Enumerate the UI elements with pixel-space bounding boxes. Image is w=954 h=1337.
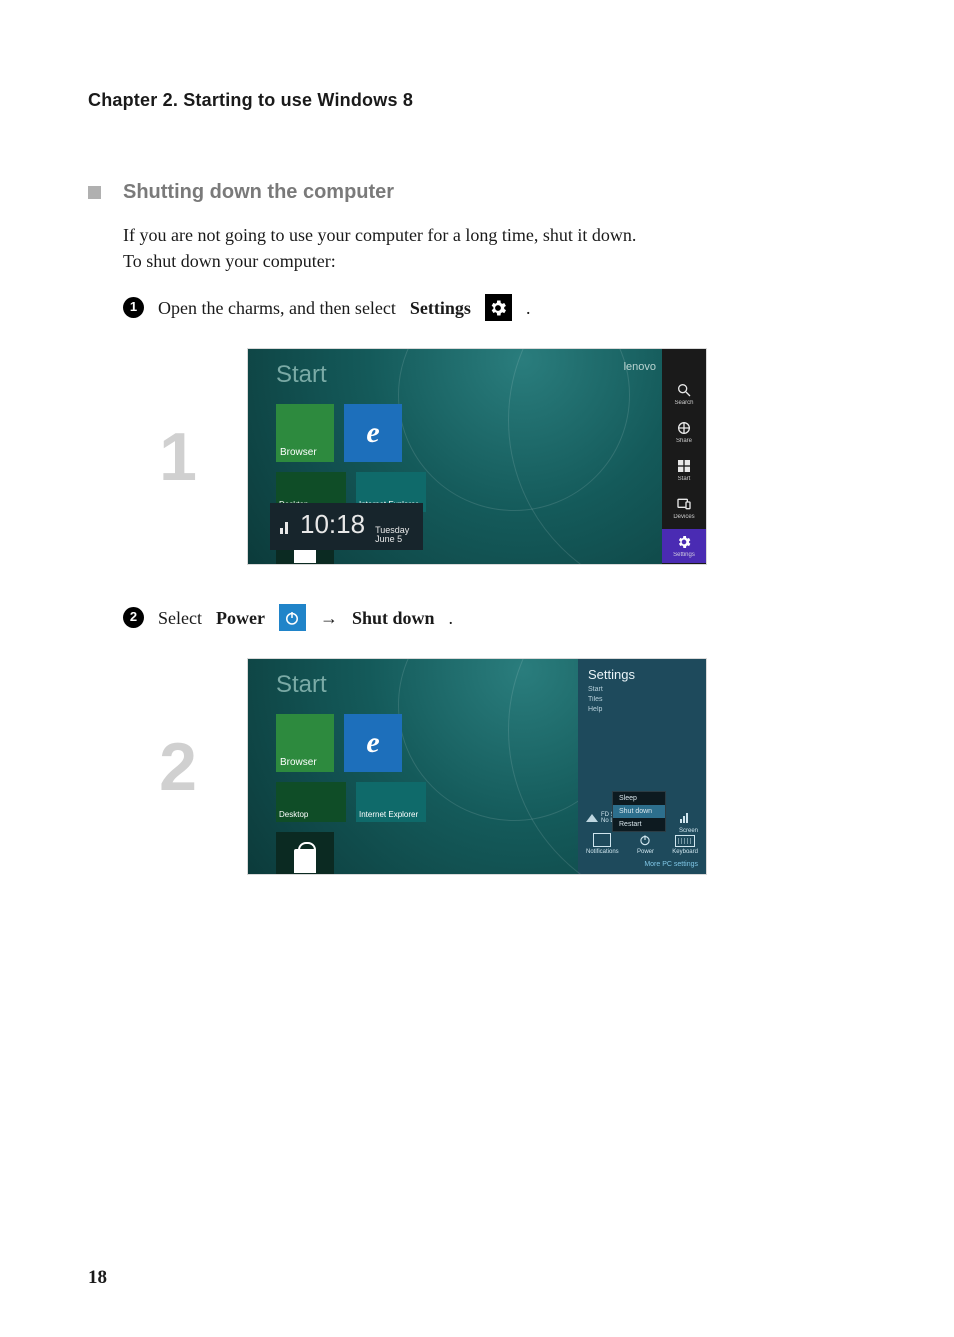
figure-2-number: 2 xyxy=(148,728,208,806)
charm-search[interactable]: Search xyxy=(662,377,706,411)
tile-ie-small-2[interactable]: Internet Explorer xyxy=(356,782,426,822)
notifications-icon xyxy=(593,833,611,847)
step-2-end: . xyxy=(449,605,454,631)
clock-date: June 5 xyxy=(375,535,409,544)
charm-devices[interactable]: Devices xyxy=(662,491,706,525)
network-signal-icon xyxy=(280,520,290,534)
flyout-notifications-label: Notifications xyxy=(586,849,619,855)
settings-charm-icon xyxy=(676,534,692,550)
tile-browser[interactable]: Browser xyxy=(276,404,334,462)
power-menu-shut-down[interactable]: Shut down xyxy=(613,805,665,818)
charm-share[interactable]: Share xyxy=(662,415,706,449)
tile-store-2[interactable] xyxy=(276,832,334,874)
charm-settings-label: Settings xyxy=(673,552,695,558)
step-1-text-pre: Open the charms, and then select xyxy=(158,295,396,321)
section-bullet-icon xyxy=(88,186,101,199)
power-menu-sleep[interactable]: Sleep xyxy=(613,792,665,805)
flyout-network[interactable]: FD Secure No LTE xyxy=(586,812,630,824)
start-screen-label: Start xyxy=(276,361,327,389)
charm-search-label: Search xyxy=(674,400,693,406)
tile-browser-2[interactable]: Browser xyxy=(276,714,334,772)
flyout-volume-label: Screen xyxy=(679,828,698,834)
settings-flyout: Settings Start Tiles Help FD Secure No L… xyxy=(578,659,706,874)
tile-internet-explorer[interactable]: e xyxy=(344,404,402,462)
charm-share-label: Share xyxy=(676,438,692,444)
intro-line-2: To shut down your computer: xyxy=(123,248,866,274)
power-icon xyxy=(279,604,306,631)
step-1-text-post: . xyxy=(526,295,531,321)
flyout-power-icon xyxy=(638,833,652,847)
intro-line-1: If you are not going to use your compute… xyxy=(123,222,866,248)
intro-text: If you are not going to use your compute… xyxy=(123,222,866,274)
tile-desktop-small-2[interactable]: Desktop xyxy=(276,782,346,822)
flyout-link-help[interactable]: Help xyxy=(588,706,696,713)
brand-label: lenovo xyxy=(624,361,656,373)
devices-icon xyxy=(676,496,692,512)
step-2-power-label: Power xyxy=(216,605,265,631)
share-icon xyxy=(676,420,692,436)
tile-desktop-label-2: Desktop xyxy=(279,810,308,819)
ie-icon-2: e xyxy=(366,726,379,760)
ie-icon: e xyxy=(366,416,379,450)
start-icon xyxy=(676,458,692,474)
flyout-bottom-row: Notifications Power Keyboard More PC set… xyxy=(578,833,706,868)
store-bag-icon-2 xyxy=(294,849,316,873)
clock-time: 10:18 xyxy=(300,509,365,540)
screenshot-1: Start lenovo Browser e Desktop Internet … xyxy=(248,349,706,564)
step-2: 2 Select Power → Shut down. xyxy=(123,604,866,631)
flyout-link-tiles[interactable]: Tiles xyxy=(588,696,696,703)
power-menu-restart[interactable]: Restart xyxy=(613,818,665,831)
clock-strip: 10:18 Tuesday June 5 xyxy=(270,503,423,550)
clock-day-date: Tuesday June 5 xyxy=(375,526,409,544)
wifi-icon xyxy=(586,814,598,822)
charm-start[interactable]: Start xyxy=(662,453,706,487)
power-menu: Sleep Shut down Restart xyxy=(612,791,666,832)
flyout-keyboard[interactable]: Keyboard xyxy=(672,835,698,855)
charm-settings[interactable]: Settings xyxy=(662,529,706,563)
step-2-wrap: 2 Select Power → Shut down. xyxy=(123,604,866,631)
tile-ie-small-label-2: Internet Explorer xyxy=(359,810,418,819)
flyout-link-start[interactable]: Start xyxy=(588,686,696,693)
screenshot-2: Start Browser e Desktop Internet Explore… xyxy=(248,659,706,874)
tile-browser-label-2: Browser xyxy=(280,757,317,768)
section-header: Shutting down the computer xyxy=(88,181,866,204)
flyout-keyboard-label: Keyboard xyxy=(672,849,698,855)
flyout-title: Settings xyxy=(588,667,696,682)
section-body: If you are not going to use your compute… xyxy=(123,222,866,321)
settings-gear-icon xyxy=(485,294,512,321)
step-2-shutdown-label: Shut down xyxy=(352,605,435,631)
figure-1-number: 1 xyxy=(148,418,208,496)
tile-browser-label: Browser xyxy=(280,447,317,458)
flyout-network-sub: No LTE xyxy=(601,818,630,824)
charm-devices-label: Devices xyxy=(673,514,694,520)
step-1-number-icon: 1 xyxy=(123,297,144,318)
figure-2: 2 Start Browser e Desktop Internet Explo… xyxy=(148,659,866,874)
flyout-change-settings[interactable]: More PC settings xyxy=(586,861,698,868)
flyout-power[interactable]: Power xyxy=(637,833,654,855)
flyout-notifications[interactable]: Notifications xyxy=(586,833,619,855)
page: Chapter 2. Starting to use Windows 8 Shu… xyxy=(0,0,954,1337)
start-screen-label-2: Start xyxy=(276,671,327,699)
step-2-arrow: → xyxy=(320,605,338,631)
step-1: 1 Open the charms, and then select Setti… xyxy=(123,294,866,321)
flyout-power-label: Power xyxy=(637,849,654,855)
start-tiles-2: Browser e Desktop Internet Explorer xyxy=(276,714,426,874)
step-2-select: Select xyxy=(158,605,202,631)
step-1-settings-label: Settings xyxy=(410,295,471,321)
charms-bar: Search Share Start Devices Settings xyxy=(662,349,706,564)
page-number: 18 xyxy=(88,1267,107,1289)
flyout-volume[interactable] xyxy=(680,812,696,824)
search-icon xyxy=(676,382,692,398)
keyboard-icon xyxy=(675,835,695,847)
chapter-title: Chapter 2. Starting to use Windows 8 xyxy=(88,90,866,111)
step-2-number-icon: 2 xyxy=(123,607,144,628)
flyout-network-name: FD Secure xyxy=(601,812,630,818)
charm-start-label: Start xyxy=(678,476,691,482)
section-title: Shutting down the computer xyxy=(123,181,394,204)
figure-1: 1 Start lenovo Browser e Desktop Interne… xyxy=(148,349,866,564)
tile-internet-explorer-2[interactable]: e xyxy=(344,714,402,772)
